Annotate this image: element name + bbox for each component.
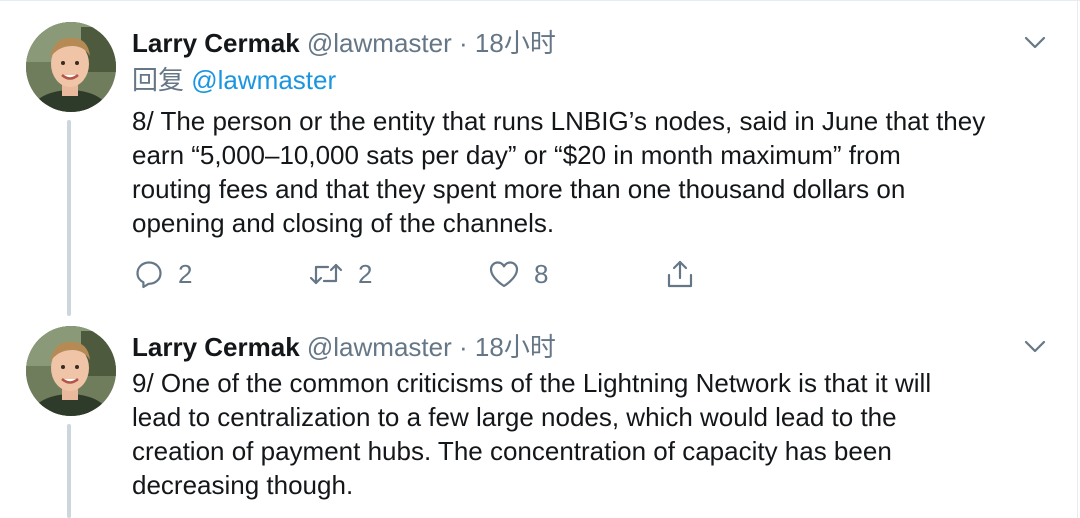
- timestamp[interactable]: 18小时: [475, 28, 556, 58]
- like-icon: [488, 259, 520, 289]
- author-handle[interactable]: @lawmaster: [307, 28, 452, 58]
- tweet-text-line: earn “5,000–10,000 sats per day” or “$20…: [132, 140, 901, 170]
- reply-count: 2: [178, 258, 193, 289]
- separator-dot: ·: [459, 332, 468, 362]
- share-icon: [664, 258, 696, 290]
- like-button[interactable]: 8: [488, 256, 548, 292]
- author-handle[interactable]: @lawmaster: [307, 332, 452, 362]
- share-button[interactable]: [664, 256, 696, 292]
- retweet-icon: [308, 259, 344, 289]
- reply-label: 回复: [132, 65, 185, 95]
- tweet-text-line: decreasing though.: [132, 470, 354, 500]
- tweet-text-line: 9/ One of the common criticisms of the L…: [132, 368, 932, 398]
- chevron-down-icon[interactable]: [1020, 332, 1050, 362]
- chevron-down-icon[interactable]: [1020, 28, 1050, 58]
- reply-icon: [134, 259, 164, 289]
- tweet[interactable]: Larry Cermak @lawmaster · 18小时 回复 @lawma…: [0, 22, 1080, 296]
- avatar[interactable]: [26, 22, 116, 112]
- tweet-text-line: routing fees and that they spent more th…: [132, 174, 906, 204]
- tweet-text: 9/ One of the common criticisms of the L…: [132, 366, 1062, 502]
- tweet[interactable]: Larry Cermak @lawmaster · 18小时 9/ One of…: [0, 326, 1080, 518]
- timestamp[interactable]: 18小时: [475, 332, 556, 362]
- reply-button[interactable]: 2: [134, 256, 192, 292]
- author-name[interactable]: Larry Cermak: [132, 332, 300, 362]
- tweet-text-line: 8/ The person or the entity that runs LN…: [132, 106, 986, 136]
- reply-mention-link[interactable]: @lawmaster: [191, 65, 336, 95]
- tweet-text: 8/ The person or the entity that runs LN…: [132, 104, 1062, 240]
- tweet-header: Larry Cermak @lawmaster · 18小时: [132, 330, 556, 364]
- retweet-count: 2: [358, 258, 373, 289]
- retweet-button[interactable]: 2: [308, 256, 372, 292]
- replying-to: 回复 @lawmaster: [132, 63, 336, 97]
- avatar[interactable]: [26, 326, 116, 416]
- separator-dot: ·: [459, 28, 468, 58]
- author-name[interactable]: Larry Cermak: [132, 28, 300, 58]
- like-count: 8: [534, 258, 549, 289]
- top-divider: [0, 0, 1080, 1]
- tweet-actions: 2 2 8: [132, 256, 732, 292]
- tweet-text-line: opening and closing of the channels.: [132, 208, 555, 238]
- tweet-text-line: lead to centralization to a few large no…: [132, 402, 897, 432]
- tweet-text-line: creation of payment hubs. The concentrat…: [132, 436, 892, 466]
- tweet-header: Larry Cermak @lawmaster · 18小时: [132, 26, 556, 60]
